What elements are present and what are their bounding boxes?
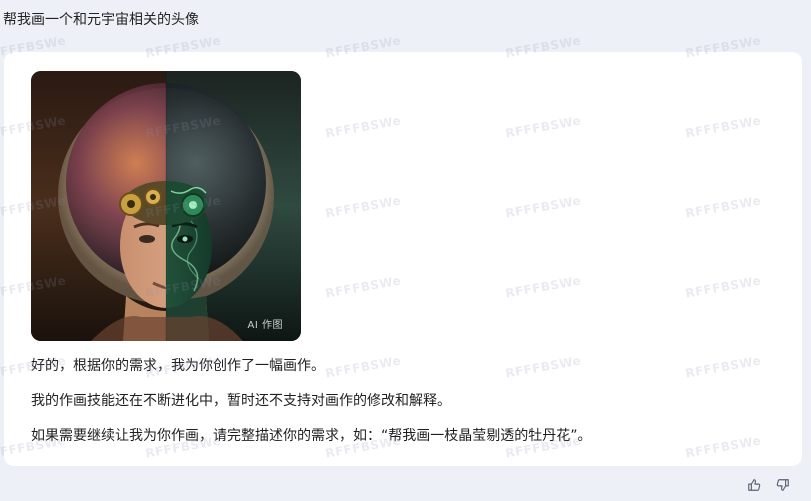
metaverse-head-artwork xyxy=(31,71,301,341)
assistant-reply-card: AI 作图 好的，根据你的需求，我为你创作了一幅画作。 我的作画技能还在不断进化… xyxy=(4,52,802,466)
generated-avatar-image[interactable]: AI 作图 xyxy=(31,71,301,341)
thumbs-down-icon xyxy=(776,479,789,491)
ai-image-badge: AI 作图 xyxy=(247,320,283,331)
like-button[interactable] xyxy=(745,476,763,494)
reply-paragraph-3: 如果需要继续让我为你作画，请完整描述你的需求，如：“帮我画一枝晶莹剔透的牡丹花”… xyxy=(31,428,592,444)
dislike-button[interactable] xyxy=(774,476,792,494)
thumbs-up-icon xyxy=(748,479,761,491)
reply-paragraph-1: 好的，根据你的需求，我为你创作了一幅画作。 xyxy=(31,358,325,374)
user-prompt: 帮我画一个和元宇宙相关的头像 xyxy=(3,12,199,28)
reply-paragraph-2: 我的作画技能还在不断进化中，暂时还不支持对画作的修改和解释。 xyxy=(31,393,451,409)
